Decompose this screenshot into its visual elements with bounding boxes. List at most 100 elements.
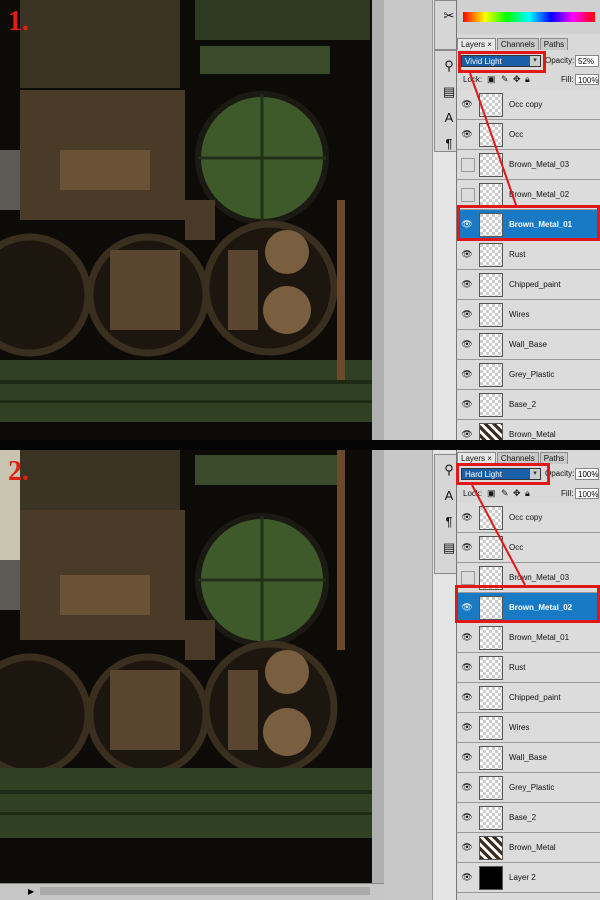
eye-icon[interactable]: 👁︎ — [461, 841, 473, 853]
selected-layer-highlight — [457, 205, 600, 241]
layer-row[interactable]: 👁︎ Base_2 — [457, 390, 600, 420]
layer-row[interactable]: 👁︎ Base_2 — [457, 803, 600, 833]
eye-icon[interactable]: 👁︎ — [461, 781, 473, 793]
eye-icon[interactable]: 👁︎ — [461, 128, 473, 140]
layer-name: Wires — [509, 723, 530, 732]
layer-row[interactable]: 👁︎ Brown_Metal_01 — [457, 623, 600, 653]
eye-icon[interactable]: 👁︎ — [461, 721, 473, 733]
layer-thumbnail — [479, 626, 503, 650]
layer-thumbnail — [479, 363, 503, 387]
brush-icon[interactable]: ✎ — [501, 74, 509, 85]
step-1-panel: 1. ✂ ⚲ ▤ A ¶ Layers × Channels Paths Vivid… — [0, 0, 600, 440]
layer-name: Grey_Plastic — [509, 783, 555, 792]
color-spectrum[interactable] — [463, 12, 595, 22]
eye-icon[interactable]: 👁︎ — [461, 511, 473, 523]
eye-icon[interactable]: 👁︎ — [461, 248, 473, 260]
move-icon[interactable]: ✥ — [513, 74, 521, 85]
eye-icon[interactable]: 👁︎ — [461, 871, 473, 883]
layers-panel: Layers × Channels Paths Hard Light ▾ Opaci… — [456, 450, 600, 900]
layer-name: Base_2 — [509, 813, 537, 822]
layer-row[interactable]: 👁︎ Wall_Base — [457, 330, 600, 360]
layer-row[interactable]: 👁︎ Occ copy — [457, 503, 600, 533]
document-canvas[interactable] — [0, 0, 372, 440]
tab-layers[interactable]: Layers × — [457, 38, 496, 50]
opacity-input[interactable]: 52% — [575, 55, 599, 67]
layer-name: Rust — [509, 250, 526, 259]
fill-input[interactable]: 100% — [575, 488, 599, 499]
brush-icon[interactable]: ✎ — [501, 488, 509, 499]
scroll-track[interactable] — [40, 887, 370, 895]
layer-name: Chipped_paint — [509, 693, 561, 702]
layer-row[interactable]: Brown_Metal_03 — [457, 150, 600, 180]
layer-thumbnail — [479, 153, 503, 177]
eye-icon[interactable]: 👁︎ — [461, 368, 473, 380]
step-number: 2. — [8, 456, 29, 487]
eye-icon[interactable]: 👁︎ — [461, 541, 473, 553]
layer-row[interactable]: 👁︎ Occ — [457, 533, 600, 563]
scroll-right-icon[interactable]: ▶ — [28, 887, 34, 896]
layer-row[interactable]: 👁︎ Occ — [457, 120, 600, 150]
fill-input[interactable]: 100% — [575, 74, 599, 85]
layer-name: Rust — [509, 663, 526, 672]
lock-transparent-icon[interactable]: ▣ — [487, 74, 496, 85]
tab-channels[interactable]: Channels — [496, 38, 539, 50]
document-canvas[interactable] — [0, 450, 372, 900]
layer-row[interactable]: 👁︎ Brown_Metal — [457, 833, 600, 863]
layer-name: Wall_Base — [509, 753, 547, 762]
eye-icon[interactable]: 👁︎ — [461, 428, 473, 440]
lock-row: Lock: ▣ ✎ ✥ 🔒︎ Fill: 100% — [457, 73, 600, 87]
layer-thumbnail — [479, 806, 503, 830]
layer-row[interactable]: 👁︎ Grey_Plastic — [457, 360, 600, 390]
layer-thumbnail — [479, 866, 503, 890]
lock-transparent-icon[interactable]: ▣ — [487, 488, 496, 499]
layer-thumbnail — [479, 746, 503, 770]
visibility-off-toggle[interactable] — [461, 188, 475, 202]
eye-icon[interactable]: 👁︎ — [461, 751, 473, 763]
layer-thumbnail — [479, 123, 503, 147]
visibility-off-toggle[interactable] — [461, 158, 475, 172]
layer-thumbnail — [479, 506, 503, 530]
eye-icon[interactable]: 👁︎ — [461, 398, 473, 410]
layer-thumbnail — [479, 776, 503, 800]
layer-thumbnail — [479, 273, 503, 297]
layer-name: Base_2 — [509, 400, 537, 409]
layer-row[interactable]: 👁︎ Wall_Base — [457, 743, 600, 773]
layer-name: Brown_Metal_03 — [509, 573, 570, 582]
layer-row[interactable]: 👁︎ Rust — [457, 240, 600, 270]
layer-row[interactable]: 👁︎ Grey_Plastic — [457, 773, 600, 803]
eye-icon[interactable]: 👁︎ — [461, 308, 473, 320]
opacity-input[interactable]: 100% — [575, 468, 599, 480]
lock-icon[interactable]: 🔒︎ — [525, 74, 530, 85]
eye-icon[interactable]: 👁︎ — [461, 811, 473, 823]
layer-row[interactable]: 👁︎ Wires — [457, 300, 600, 330]
layer-thumbnail — [479, 423, 503, 440]
layer-row[interactable]: 👁︎ Wires — [457, 713, 600, 743]
layer-name: Occ — [509, 543, 524, 552]
eye-icon[interactable]: 👁︎ — [461, 661, 473, 673]
tab-paths[interactable]: Paths — [539, 38, 569, 50]
move-icon[interactable]: ✥ — [513, 488, 521, 499]
layer-thumbnail — [479, 243, 503, 267]
layer-row[interactable]: 👁︎ Rust — [457, 653, 600, 683]
texture-image — [0, 450, 372, 900]
layer-row[interactable]: 👁︎ Chipped_paint — [457, 683, 600, 713]
layer-name: Wires — [509, 310, 530, 319]
layer-row[interactable]: 👁︎ Brown_Metal — [457, 420, 600, 440]
layer-row[interactable]: 👁︎ Chipped_paint — [457, 270, 600, 300]
layer-thumbnail — [479, 686, 503, 710]
visibility-off-toggle[interactable] — [461, 571, 475, 585]
layer-row[interactable]: 👁︎ Occ copy — [457, 90, 600, 120]
layer-name: Brown_Metal_03 — [509, 160, 570, 169]
eye-icon[interactable]: 👁︎ — [461, 98, 473, 110]
lock-row: Lock: ▣ ✎ ✥ 🔒︎ Fill: 100% — [457, 487, 600, 501]
eye-icon[interactable]: 👁︎ — [461, 691, 473, 703]
layer-list: 👁︎ Occ copy 👁︎ Occ Brown_Metal_03 👁︎ Brown_Met… — [457, 503, 600, 893]
blend-mode-highlight — [458, 51, 546, 73]
layer-row[interactable]: 👁︎ Layer 2 — [457, 863, 600, 893]
color-panel — [457, 0, 600, 34]
eye-icon[interactable]: 👁︎ — [461, 338, 473, 350]
horizontal-scrollbar[interactable]: ▶ — [0, 883, 384, 900]
eye-icon[interactable]: 👁︎ — [461, 631, 473, 643]
lock-icon[interactable]: 🔒︎ — [525, 488, 530, 499]
eye-icon[interactable]: 👁︎ — [461, 278, 473, 290]
